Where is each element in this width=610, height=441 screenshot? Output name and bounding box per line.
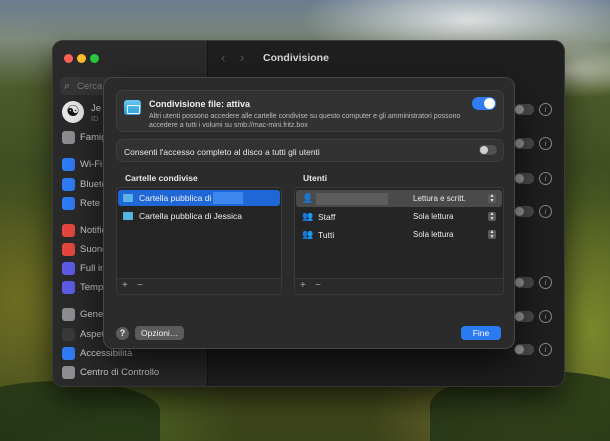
stepper-icon[interactable]: ▴ ▾ [488,229,496,240]
file-sharing-dialog: Condivisione file: attiva Altri utenti p… [104,78,514,348]
nav-back-icon[interactable]: ‹ [221,50,225,65]
zoom-window-button[interactable] [90,54,99,63]
network-icon [62,197,75,210]
account-name: Je [91,103,102,114]
full-disk-access-toggle[interactable] [479,145,497,155]
table-row[interactable]: 👤 Lettura e scritt. ▴ ▾ [296,190,502,207]
list-item[interactable]: Cartella pubblica di Jessica [118,208,280,224]
background-toggle[interactable] [514,344,534,355]
wifi-icon [62,158,75,171]
background-toggle[interactable] [514,277,534,288]
everyone-icon: 👥 [302,229,314,239]
stepper-icon[interactable]: ▴ ▾ [488,211,496,222]
folder-icon [123,194,133,202]
person-icon: 👤 [302,193,314,203]
redacted-name [213,192,243,204]
users-header: Utenti [303,173,328,183]
sidebar-item-label: Full in [80,263,106,274]
info-icon[interactable]: i [539,205,552,218]
sidebar-item-label: Famig [80,132,107,143]
shared-folders-footer: + − [117,278,281,294]
add-folder-button[interactable]: + [122,280,128,291]
avatar: ☯ [62,101,84,123]
focus-icon [62,262,75,275]
nav-forward-icon[interactable]: › [240,50,244,65]
sidebar-item-label: Wi-Fi [80,159,103,170]
file-sharing-toggle[interactable] [472,97,496,110]
general-icon [62,308,75,321]
full-disk-access-label: Consenti l'accesso completo al disco a t… [124,147,320,157]
info-icon[interactable]: i [539,172,552,185]
folder-label: Cartella pubblica di Jessica [139,211,242,221]
folder-icon [123,212,133,220]
notifications-icon [62,224,75,237]
redacted-name [316,193,388,205]
sound-icon [62,243,75,256]
sidebar-item-label: Gener [80,309,107,320]
search-icon: ⌕ [64,80,71,92]
remove-folder-button[interactable]: − [137,280,143,291]
shared-folders-header: Cartelle condivise [125,173,198,183]
page-title: Condivisione [263,52,329,64]
group-icon: 👥 [302,211,314,221]
background-toggle[interactable] [514,173,534,184]
minimize-window-button[interactable] [77,54,86,63]
table-row[interactable]: 👥 Staff Sola lettura ▴ ▾ [296,208,502,225]
account-subtitle: ID [91,114,99,123]
sidebar-item-label: Accessibilità [80,348,133,359]
done-button[interactable]: Fine [461,326,501,340]
sidebar-item-label: Centro di Controllo [80,367,160,378]
user-permission[interactable]: Sola lettura [413,230,453,239]
table-row[interactable]: 👥 Tutti Sola lettura ▴ ▾ [296,226,502,243]
sidebar-item-accessibility[interactable]: Accessibilità [62,347,202,361]
sidebar-item-label: Rete [80,198,101,209]
sidebar-item-label: Aspet [80,329,105,340]
family-icon [62,131,75,144]
info-icon[interactable]: i [539,103,552,116]
options-button[interactable]: Opzioni… [135,326,185,340]
background-toggle[interactable] [514,104,534,115]
full-disk-access-card: Consenti l'accesso completo al disco a t… [116,139,504,162]
file-sharing-title: Condivisione file: attiva [149,99,251,109]
sidebar-item-control-center[interactable]: Centro di Controllo [62,366,202,380]
user-name: Tutti [318,230,335,240]
search-placeholder: Cerca [77,81,103,92]
sidebar-item-label: Notific [80,225,107,236]
users-list[interactable]: 👤 Lettura e scritt. ▴ ▾ 👥 Staff Sola lett… [294,187,504,295]
background-toggle[interactable] [514,138,534,149]
bluetooth-icon [62,178,75,191]
info-icon[interactable]: i [539,276,552,289]
list-item[interactable]: Cartella pubblica di [118,190,280,206]
shared-folders-list[interactable]: Cartella pubblica di Cartella pubblica d… [116,187,282,295]
user-name: Staff [318,212,336,222]
background-toggle[interactable] [514,311,534,322]
users-footer: + − [295,278,503,294]
folder-icon [124,100,141,115]
control-center-icon [62,366,75,379]
accessibility-icon [62,347,75,360]
file-sharing-description: Altri utenti possono accedere alle carte… [149,113,461,129]
help-button[interactable]: ? [116,327,129,340]
user-permission[interactable]: Sola lettura [413,212,453,221]
close-window-button[interactable] [64,54,73,63]
wallpaper-trees-left [0,381,160,441]
screen-time-icon [62,281,75,294]
user-permission[interactable]: Lettura e scritt. [413,194,466,203]
stepper-icon[interactable]: ▴ ▾ [488,193,496,204]
info-icon[interactable]: i [539,137,552,150]
info-icon[interactable]: i [539,310,552,323]
appearance-icon [62,328,75,341]
sidebar-item-label: Blueto [80,179,107,190]
remove-user-button[interactable]: − [315,280,321,291]
add-user-button[interactable]: + [300,280,306,291]
file-sharing-card: Condivisione file: attiva Altri utenti p… [116,90,504,132]
background-toggle[interactable] [514,206,534,217]
info-icon[interactable]: i [539,343,552,356]
folder-label: Cartella pubblica di [139,193,212,203]
